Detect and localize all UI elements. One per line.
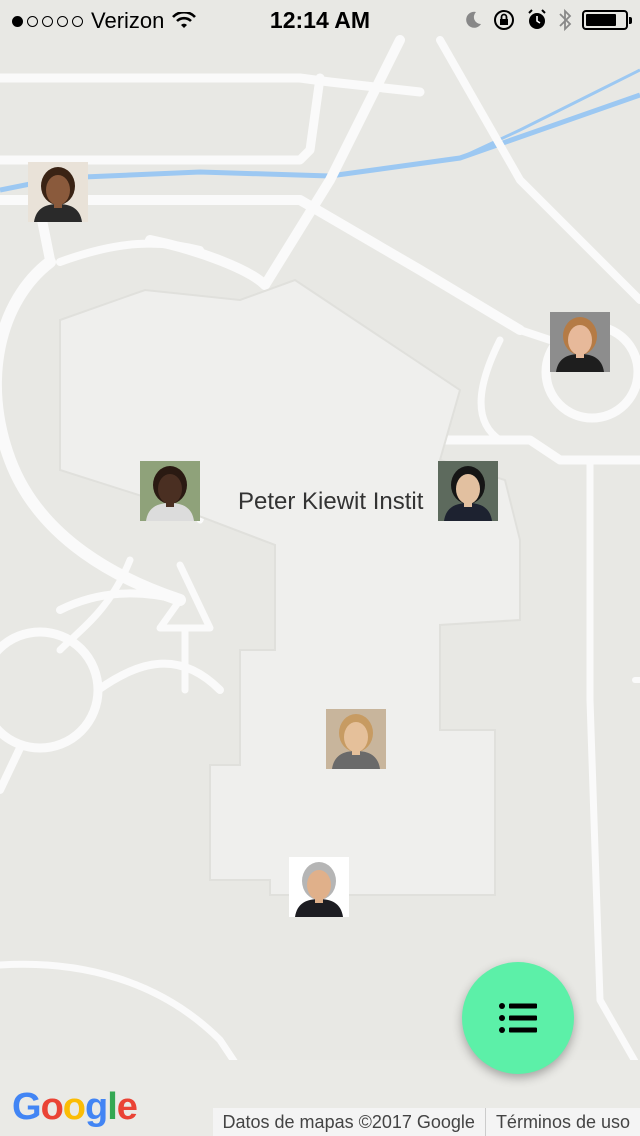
google-logo-letter: e [116, 1086, 138, 1128]
google-logo-letter: o [40, 1086, 64, 1128]
battery-icon [582, 10, 632, 30]
google-logo-letter: G [12, 1086, 42, 1128]
google-logo-letter: g [85, 1086, 108, 1128]
avatar-marker-man-gray-hair-suit[interactable] [289, 857, 349, 917]
avatar-portrait [326, 709, 386, 769]
status-right [464, 8, 632, 32]
avatar-marker-woman-blonde-business[interactable] [550, 312, 610, 372]
google-logo: Google [12, 1086, 138, 1129]
avatar-marker-man-glasses-suit[interactable] [438, 461, 498, 521]
list-button[interactable] [462, 962, 574, 1074]
avatar-portrait [438, 461, 498, 521]
map-canvas[interactable] [0, 0, 640, 1136]
map-data-label: Datos de mapas ©2017 Google [222, 1111, 475, 1132]
status-bar: Verizon 12:14 AM [0, 0, 640, 40]
list-icon [499, 1003, 537, 1033]
avatar-portrait [289, 857, 349, 917]
google-logo-letter: o [62, 1086, 86, 1128]
avatar-portrait [140, 461, 200, 521]
google-logo-letter: l [107, 1086, 118, 1128]
avatar-portrait [28, 162, 88, 222]
rotation-lock-icon [494, 10, 514, 30]
place-label: Peter Kiewit Instit [238, 488, 424, 515]
moon-icon [466, 11, 481, 28]
bluetooth-icon [559, 8, 572, 32]
map-attribution: Datos de mapas ©2017 Google Términos de … [212, 1108, 640, 1136]
avatar-marker-man-dark-skin[interactable] [140, 461, 200, 521]
avatar-portrait [550, 312, 610, 372]
alarm-icon [528, 9, 546, 29]
avatar-marker-woman-blonde-smile[interactable] [326, 709, 386, 769]
avatar-marker-woman-curly-hair[interactable] [28, 162, 88, 222]
terms-link[interactable]: Términos de uso [486, 1112, 640, 1133]
